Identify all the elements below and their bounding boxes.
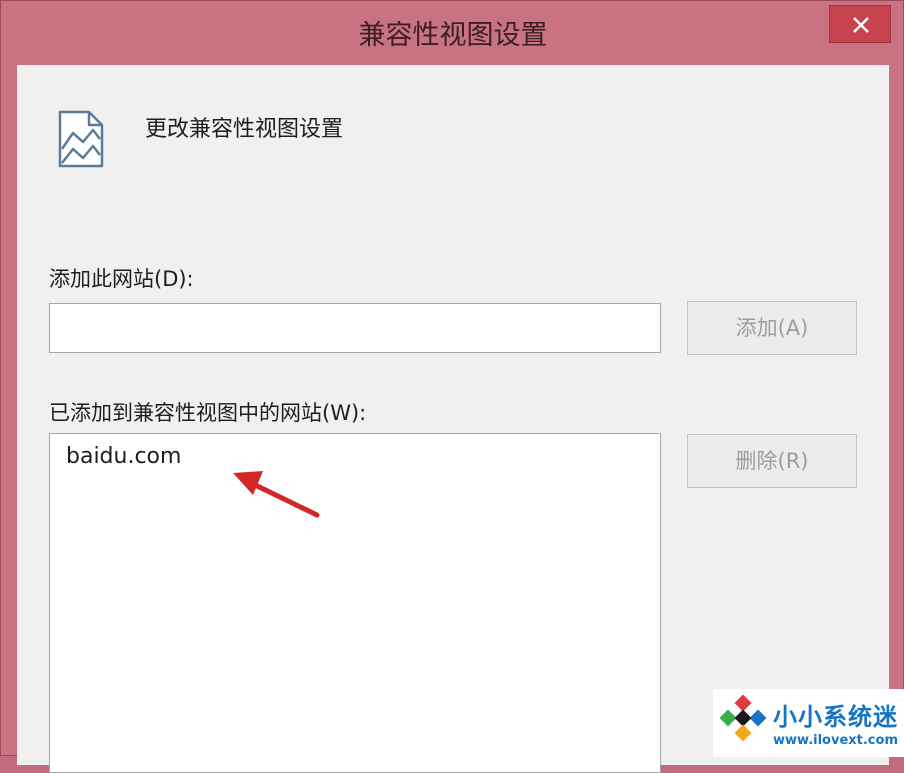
added-sites-label: 已添加到兼容性视图中的网站(W): [49, 401, 367, 425]
add-button[interactable]: 添加(A) [687, 301, 857, 355]
add-site-input[interactable] [49, 303, 661, 353]
close-icon [853, 17, 869, 33]
remove-button[interactable]: 删除(R) [687, 434, 857, 488]
added-sites-list[interactable]: baidu.com [49, 433, 661, 773]
close-button[interactable] [829, 5, 891, 43]
site-logo-icon [719, 695, 767, 742]
compat-view-icon [58, 110, 104, 168]
list-item[interactable]: baidu.com [66, 444, 181, 469]
add-site-label: 添加此网站(D): [49, 267, 194, 291]
dialog-heading: 更改兼容性视图设置 [145, 117, 344, 142]
watermark: 小小系统迷 www.ilovext.com [713, 689, 904, 757]
arrow-icon [233, 471, 320, 518]
title-bar[interactable]: 兼容性视图设置 [1, 1, 904, 65]
watermark-name: 小小系统迷 [773, 703, 898, 731]
watermark-url: www.ilovext.com [773, 733, 898, 748]
dialog-body: 更改兼容性视图设置 添加此网站(D): 添加(A) 已添加到兼容性视图中的网站(… [17, 65, 889, 773]
window-title: 兼容性视图设置 [358, 20, 548, 51]
compat-view-settings-window: 兼容性视图设置 更改兼容性视图设置 添加此网站(D): 添加(A) 已添加到兼容… [0, 0, 904, 773]
